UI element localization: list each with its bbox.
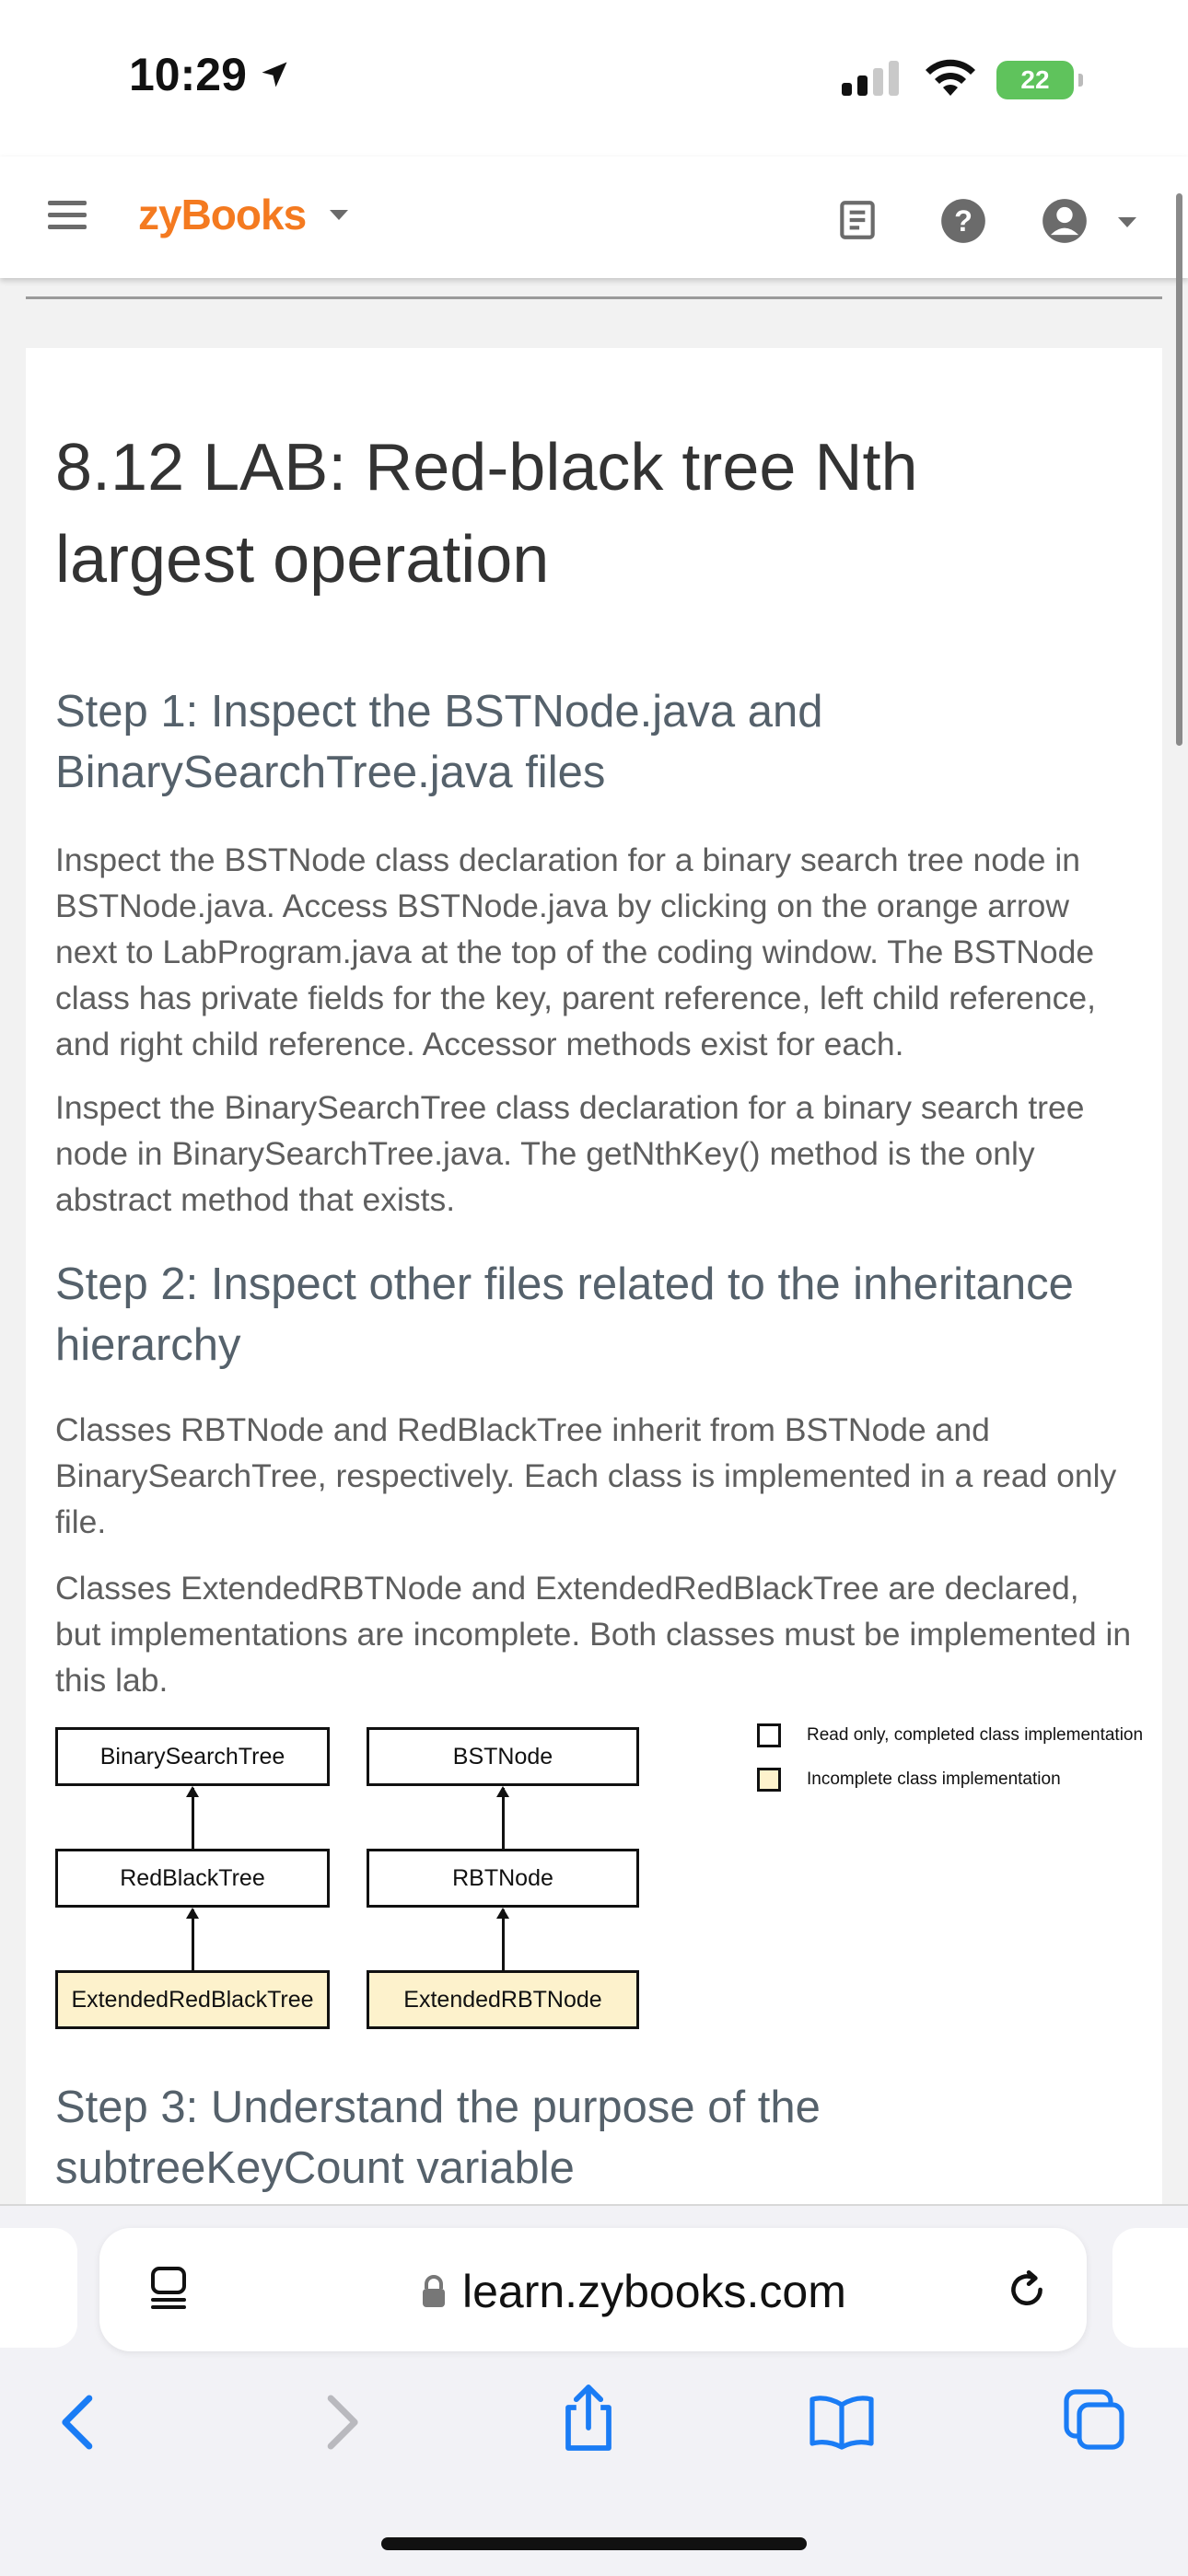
inheritance-arrow bbox=[496, 1786, 509, 1849]
step3-heading: Step 3: Understand the purpose of the su… bbox=[55, 2083, 821, 2193]
inheritance-arrow bbox=[186, 1908, 199, 1970]
reload-icon[interactable] bbox=[1004, 2267, 1050, 2313]
previous-tab-preview[interactable] bbox=[0, 2228, 77, 2348]
step1-para2: Inspect the BinarySearchTree class decla… bbox=[55, 1089, 1085, 1218]
brand-menu[interactable]: zyBooks bbox=[138, 190, 349, 239]
help-icon[interactable]: ? bbox=[939, 197, 987, 245]
forward-icon[interactable] bbox=[317, 2390, 365, 2454]
user-icon[interactable] bbox=[1041, 197, 1089, 245]
inheritance-arrow bbox=[186, 1786, 199, 1849]
step2-para2: Classes ExtendedRBTNode and ExtendedRedB… bbox=[55, 1570, 1132, 1699]
home-indicator bbox=[381, 2537, 807, 2550]
brand-logo: zyBooks bbox=[138, 191, 307, 238]
step2-para1: Classes RBTNode and RedBlackTree inherit… bbox=[55, 1411, 1117, 1540]
book-icon[interactable] bbox=[834, 197, 880, 243]
step2-heading: Step 2: Inspect other files related to t… bbox=[55, 1259, 1074, 1370]
bookmarks-icon[interactable] bbox=[807, 2392, 877, 2451]
class-box-redblacktree: RedBlackTree bbox=[55, 1849, 330, 1908]
svg-text:?: ? bbox=[954, 204, 973, 238]
legend-label-incomplete: Incomplete class implementation bbox=[807, 1770, 1061, 1789]
lock-icon bbox=[423, 2275, 445, 2307]
inheritance-arrow bbox=[496, 1908, 509, 1970]
tab-layout-icon[interactable] bbox=[147, 2265, 190, 2315]
class-box-rbtnode: RBTNode bbox=[367, 1849, 639, 1908]
class-box-extendedredblacktree: ExtendedRedBlackTree bbox=[55, 1970, 330, 2029]
class-box-binarysearchtree: BinarySearchTree bbox=[55, 1727, 330, 1786]
step1-heading: Step 1: Inspect the BSTNode.java and Bin… bbox=[55, 687, 823, 797]
url-text: learn.zybooks.com bbox=[462, 2266, 846, 2317]
clock: 10:29 bbox=[129, 49, 247, 100]
signal-icon bbox=[842, 61, 899, 96]
class-box-extendedrbtnode: ExtendedRBTNode bbox=[367, 1970, 639, 2029]
scrollbar[interactable] bbox=[1176, 193, 1182, 746]
page-title: 8.12 LAB: Red-black tree Nth largest ope… bbox=[55, 431, 918, 597]
legend-swatch-read-only bbox=[757, 1723, 781, 1747]
legend-swatch-incomplete bbox=[757, 1768, 781, 1792]
status-time: 10:29 bbox=[129, 48, 291, 101]
menu-icon[interactable] bbox=[48, 201, 87, 237]
next-tab-preview[interactable] bbox=[1112, 2228, 1188, 2348]
battery-icon: 22 bbox=[996, 61, 1083, 99]
legend-label-read-only: Read only, completed class implementatio… bbox=[807, 1725, 1144, 1745]
battery-level: 22 bbox=[996, 61, 1074, 99]
share-icon[interactable] bbox=[558, 2381, 619, 2454]
back-icon[interactable] bbox=[55, 2390, 103, 2454]
location-arrow-icon bbox=[262, 62, 287, 87]
url-display[interactable]: learn.zybooks.com bbox=[420, 2265, 846, 2318]
app-header: zyBooks ? bbox=[0, 157, 1188, 278]
step1-para1: Inspect the BSTNode class declaration fo… bbox=[55, 841, 1096, 1062]
status-bar: 10:29 22 bbox=[0, 0, 1188, 157]
chevron-down-icon bbox=[330, 209, 349, 220]
chevron-down-icon[interactable] bbox=[1118, 217, 1136, 227]
tabs-icon[interactable] bbox=[1061, 2386, 1127, 2453]
wifi-icon bbox=[926, 59, 975, 96]
class-box-bstnode: BSTNode bbox=[367, 1727, 639, 1786]
divider bbox=[26, 296, 1162, 299]
